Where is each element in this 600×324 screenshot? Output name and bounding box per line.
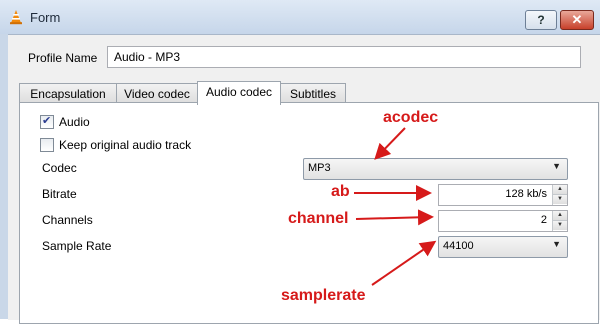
channels-up-icon[interactable]: ▲ — [553, 211, 567, 221]
samplerate-annotation: samplerate — [281, 287, 366, 304]
tab-audio-codec[interactable]: Audio codec — [197, 81, 281, 105]
bitrate-label: Bitrate — [42, 187, 77, 201]
codec-select[interactable]: MP3 ▼ — [303, 158, 568, 180]
sample-rate-label: Sample Rate — [42, 239, 112, 253]
channels-down-icon[interactable]: ▼ — [553, 221, 567, 230]
bitrate-value: 128 kb/s — [505, 188, 547, 200]
chevron-down-icon: ▼ — [552, 161, 561, 171]
audio-checkbox[interactable] — [40, 113, 54, 129]
bitrate-down-icon[interactable]: ▼ — [553, 195, 567, 204]
ab-annotation: ab — [331, 183, 350, 200]
keep-original-label: Keep original audio track — [59, 138, 192, 152]
bitrate-spinbox[interactable]: 128 kb/s ▲ ▼ — [438, 184, 568, 206]
help-button[interactable]: ? — [525, 10, 557, 30]
chevron-down-icon: ▼ — [552, 239, 561, 249]
tab-encapsulation[interactable]: Encapsulation — [19, 83, 117, 104]
dialog-body: Profile Name Encapsulation Video codec A… — [8, 34, 600, 324]
channels-spinbox[interactable]: 2 ▲ ▼ — [438, 210, 568, 232]
form-window: Form ? ✕ Profile Name Encapsulation Vide… — [0, 0, 600, 324]
bitrate-up-icon[interactable]: ▲ — [553, 185, 567, 195]
sample-rate-value: 44100 — [443, 240, 474, 252]
channels-label: Channels — [42, 213, 93, 227]
channels-value: 2 — [540, 214, 547, 226]
sample-rate-select[interactable]: 44100 ▼ — [438, 236, 568, 258]
keep-original-checkbox[interactable] — [40, 138, 54, 152]
profile-name-field[interactable] — [107, 46, 581, 68]
bitrate-stepper: ▲ ▼ — [552, 185, 567, 205]
channels-stepper: ▲ ▼ — [552, 211, 567, 231]
profile-name-label: Profile Name — [28, 51, 98, 65]
tab-subtitles[interactable]: Subtitles — [280, 83, 346, 104]
profile-name-input[interactable] — [108, 47, 580, 67]
channel-annotation: channel — [288, 210, 349, 227]
tab-video-codec[interactable]: Video codec — [116, 83, 198, 104]
close-button[interactable]: ✕ — [560, 10, 594, 30]
acodec-annotation: acodec — [383, 109, 439, 126]
codec-value: MP3 — [308, 162, 331, 174]
window-title: Form — [30, 10, 61, 25]
vlc-cone-icon — [10, 10, 22, 25]
audio-checkbox-label: Audio — [59, 115, 90, 129]
codec-label: Codec — [42, 161, 77, 175]
title-bar[interactable]: Form ? ✕ — [0, 0, 600, 34]
